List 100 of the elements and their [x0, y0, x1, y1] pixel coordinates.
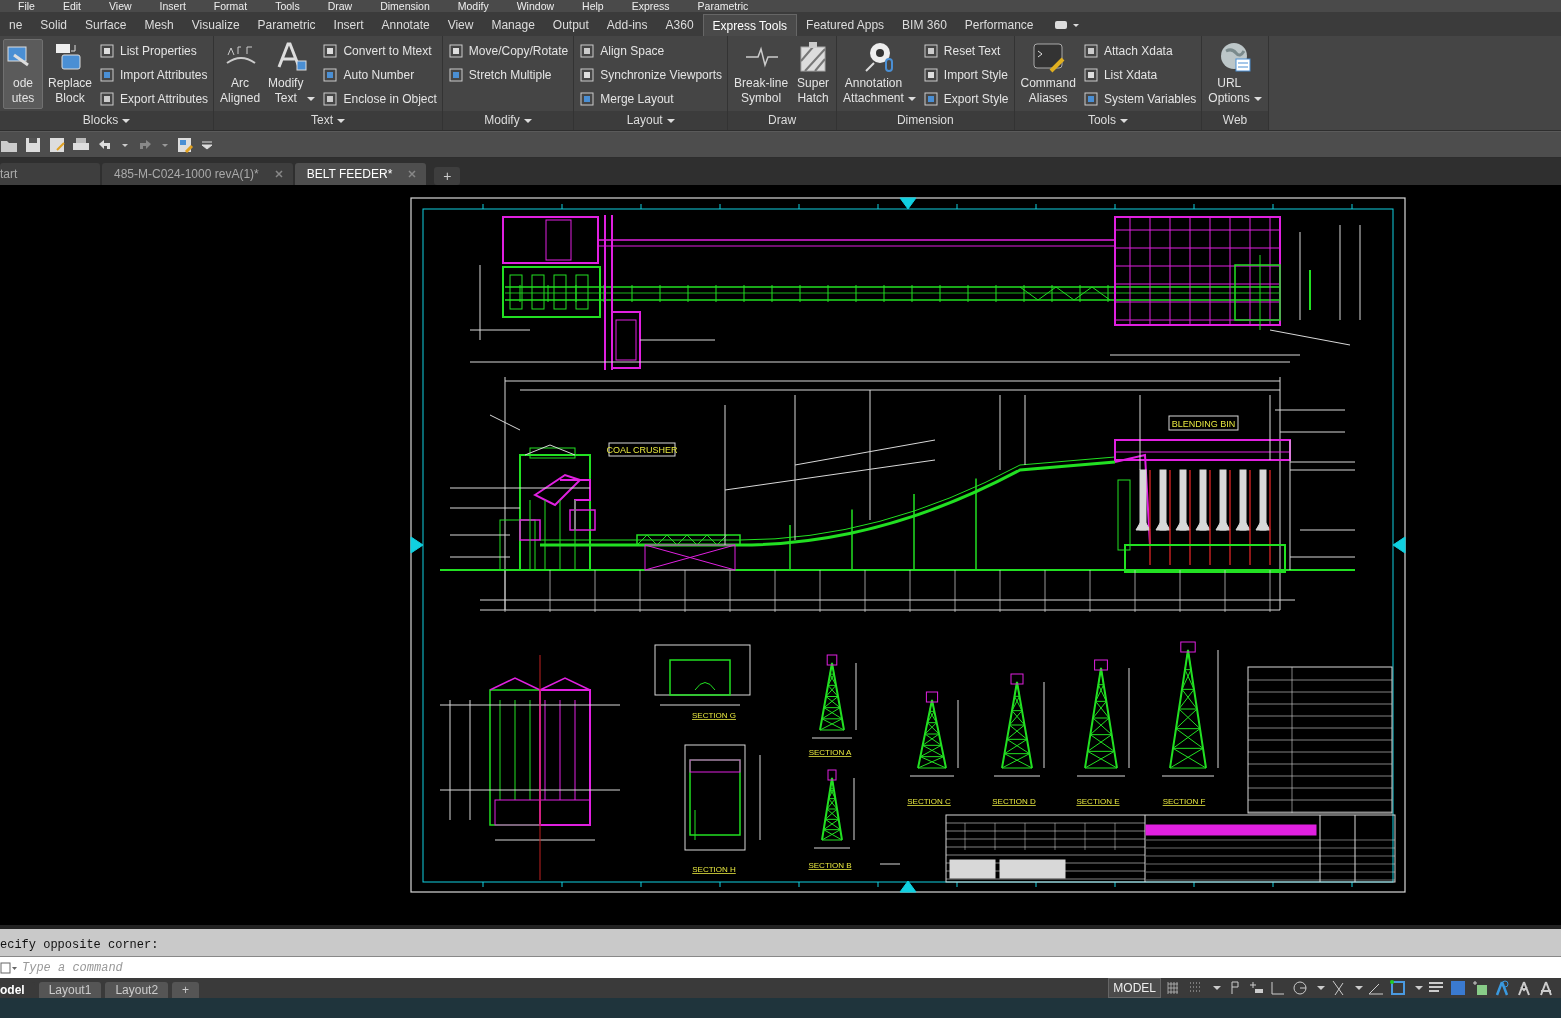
- layout-tab[interactable]: Layout2: [105, 982, 169, 998]
- ribbon-button[interactable]: Enclose in Object: [320, 87, 439, 111]
- ribbon-tab[interactable]: Solid: [31, 14, 77, 36]
- annotation-scale-icon[interactable]: [1493, 979, 1511, 997]
- command-icon[interactable]: [0, 960, 18, 975]
- ribbon-button[interactable]: Attach Xdata: [1080, 39, 1199, 63]
- menu-item[interactable]: Tools: [275, 0, 300, 12]
- tool-icon: [99, 91, 116, 107]
- caret-icon[interactable]: [666, 118, 675, 123]
- menu-item[interactable]: View: [109, 0, 132, 12]
- menu-item[interactable]: File: [18, 0, 35, 12]
- ribbon-button[interactable]: Auto Number: [320, 63, 439, 87]
- menu-item[interactable]: Modify: [457, 0, 489, 12]
- ribbon-tab[interactable]: Featured Apps: [797, 14, 894, 36]
- new-tab-button[interactable]: +: [434, 167, 461, 185]
- menu-item[interactable]: Dimension: [380, 0, 430, 12]
- ribbon-button[interactable]: Replace Block: [45, 39, 96, 109]
- save-icon[interactable]: [24, 135, 42, 154]
- tool-icon: [322, 43, 339, 59]
- menu-item[interactable]: Help: [582, 0, 604, 12]
- ribbon-tab[interactable]: Insert: [324, 14, 373, 36]
- ribbon-button[interactable]: Align Space: [577, 39, 725, 63]
- menu-item[interactable]: Parametric: [697, 0, 749, 12]
- ribbon-button[interactable]: System Variables: [1080, 87, 1199, 111]
- ribbon-tab[interactable]: Parametric: [248, 14, 325, 36]
- menu-item[interactable]: Format: [213, 0, 248, 12]
- terminal-icon: [1031, 41, 1066, 73]
- ribbon-tab[interactable]: Add-ins: [597, 14, 657, 36]
- menu-item[interactable]: Express: [631, 0, 670, 12]
- ribbon-button[interactable]: Import Style: [920, 63, 1011, 87]
- globe-icon: [1218, 41, 1253, 73]
- ribbon-button[interactable]: Super Hatch: [793, 39, 834, 109]
- section-label: SECTION G: [692, 711, 736, 720]
- ribbon-tab[interactable]: Express Tools: [702, 14, 798, 36]
- ribbon-button[interactable]: Annotation Attachment: [840, 39, 919, 109]
- caret-icon[interactable]: [523, 118, 532, 123]
- ribbon-button[interactable]: Export Style: [920, 87, 1011, 111]
- ribbon-button[interactable]: Export Attributes: [97, 87, 211, 111]
- close-icon[interactable]: [274, 170, 283, 178]
- file-tab[interactable]: tart: [0, 163, 100, 185]
- ribbon-button[interactable]: Command Aliases: [1017, 39, 1079, 109]
- ribbon-tab[interactable]: Annotate: [372, 14, 439, 36]
- tool-icon: [447, 43, 464, 59]
- save-as-icon[interactable]: [48, 135, 66, 154]
- ribbon-button[interactable]: Synchronize Viewports: [577, 63, 725, 87]
- menu-item[interactable]: Draw: [327, 0, 353, 12]
- ribbon-tab[interactable]: Visualize: [182, 14, 249, 36]
- panel-title: Text: [310, 112, 333, 129]
- tool-icon: [579, 91, 596, 107]
- tool-icon: [922, 91, 939, 107]
- command-history: ecify opposite corner:: [0, 938, 159, 952]
- ribbon-tab[interactable]: View: [438, 14, 483, 36]
- menu-item[interactable]: Edit: [62, 0, 81, 12]
- section-label: SECTION D: [992, 797, 1036, 806]
- file-tab[interactable]: BELT FEEDER*: [294, 163, 427, 185]
- ortho-icon[interactable]: [1269, 979, 1287, 997]
- ribbon-button[interactable]: Convert to Mtext: [320, 39, 439, 63]
- panel-title: Web: [1222, 112, 1248, 129]
- tool-icon: [922, 43, 939, 59]
- menu-item[interactable]: Window: [516, 0, 555, 12]
- file-tab[interactable]: 485-M-C024-1000 revA(1)*: [102, 163, 293, 185]
- layout-tab[interactable]: Layout1: [38, 982, 102, 998]
- ribbon-button[interactable]: URL Options: [1205, 39, 1265, 109]
- model-space-button[interactable]: MODEL: [1108, 978, 1161, 998]
- ribbon-tab[interactable]: Output: [543, 14, 598, 36]
- caret-icon[interactable]: [122, 118, 131, 123]
- panel-toggle-icon[interactable]: [1052, 19, 1081, 31]
- new-layout-button[interactable]: +: [172, 982, 200, 998]
- ribbon-tab[interactable]: Surface: [76, 14, 136, 36]
- plot-icon[interactable]: [176, 135, 194, 154]
- ribbon-button[interactable]: Stretch Multiple: [445, 63, 571, 87]
- panel-title: Modify: [484, 112, 520, 129]
- drawing-label: COAL CRUSHER: [606, 445, 678, 455]
- ribbon-tab[interactable]: Mesh: [135, 14, 183, 36]
- ribbon-button[interactable]: Import Attributes: [97, 63, 211, 87]
- ribbon-button[interactable]: List Xdata: [1080, 63, 1199, 87]
- ribbon-button[interactable]: Move/Copy/Rotate: [445, 39, 571, 63]
- ribbon-tab[interactable]: BIM 360: [893, 14, 956, 36]
- section-label: SECTION A: [808, 748, 852, 757]
- ribbon-button[interactable]: Merge Layout: [577, 87, 725, 111]
- tool-icon: [322, 91, 339, 107]
- menu-item[interactable]: Insert: [159, 0, 186, 12]
- ribbon-tab[interactable]: ne: [0, 14, 32, 36]
- ribbon-button[interactable]: List Properties: [97, 39, 211, 63]
- ribbon-button[interactable]: ode utes: [3, 39, 43, 109]
- caret-icon[interactable]: [336, 118, 345, 123]
- selection-cycling-icon[interactable]: [1471, 979, 1489, 997]
- tool-icon: [579, 43, 596, 59]
- panel-title: Tools: [1087, 112, 1116, 129]
- ribbon-tab[interactable]: Manage: [482, 14, 544, 36]
- object-snap-icon[interactable]: [1389, 979, 1407, 997]
- ribbon-button[interactable]: Break-line Symbol: [731, 39, 792, 109]
- tool-icon: [322, 67, 339, 83]
- polar-icon[interactable]: [1291, 979, 1309, 997]
- ribbon-button[interactable]: Reset Text: [920, 39, 1011, 63]
- ribbon-button[interactable]: Arc Aligned: [217, 39, 264, 109]
- ribbon-button[interactable]: Modify Text: [265, 39, 319, 109]
- ribbon-tab[interactable]: Performance: [955, 14, 1043, 36]
- caret-icon[interactable]: [1119, 118, 1128, 123]
- ribbon-tab[interactable]: A360: [656, 14, 703, 36]
